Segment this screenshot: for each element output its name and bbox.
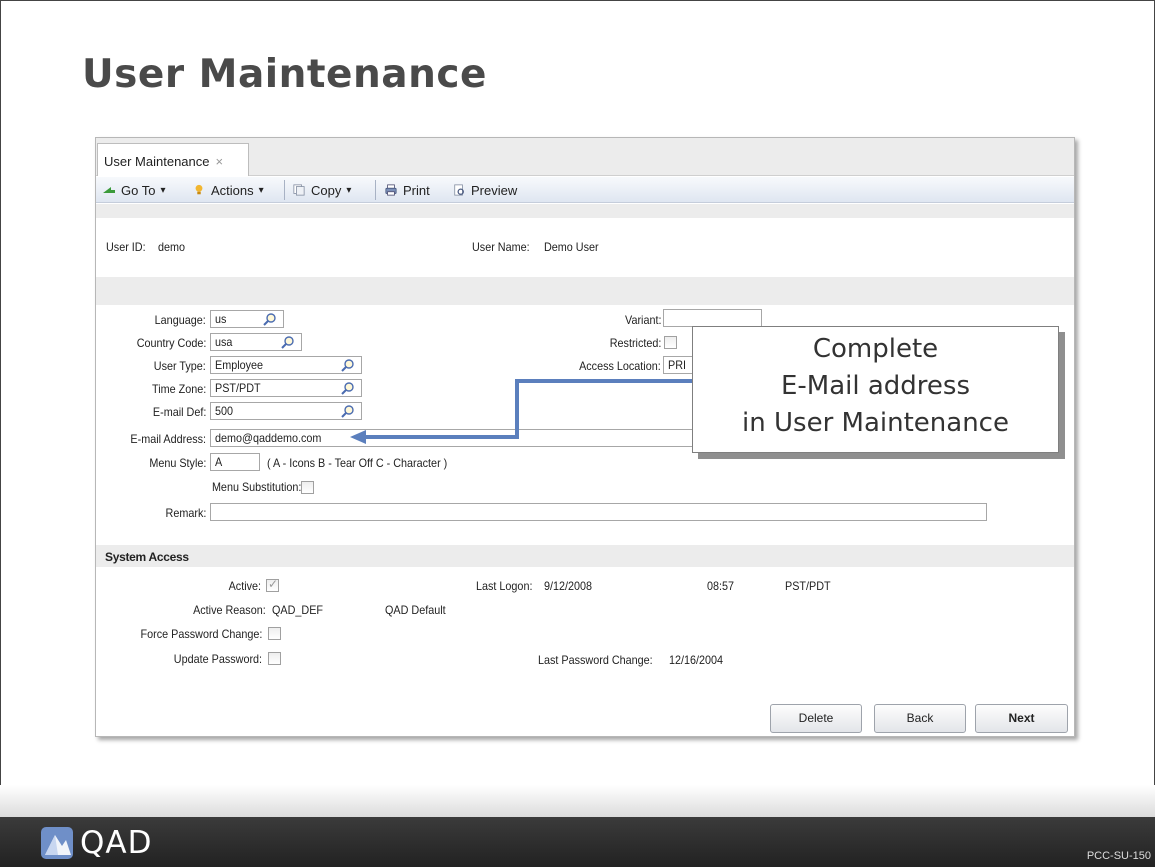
print-label: Print: [403, 182, 430, 198]
language-value: us: [215, 312, 227, 326]
user-type-label: User Type:: [153, 359, 206, 373]
country-code-label: Country Code:: [136, 336, 206, 350]
printer-icon: [385, 184, 397, 196]
last-password-change-label: Last Password Change:: [538, 653, 653, 667]
force-password-change-label: Force Password Change:: [140, 627, 262, 641]
language-field[interactable]: us: [210, 310, 284, 328]
update-password-label: Update Password:: [173, 652, 262, 666]
copy-button[interactable]: Copy ▾: [292, 182, 351, 198]
lightbulb-icon: [195, 184, 203, 195]
actions-button[interactable]: Actions ▾: [192, 182, 264, 198]
email-address-field[interactable]: demo@qaddemo.com: [210, 429, 710, 447]
system-access-header: System Access: [96, 545, 1074, 567]
remark-label: Remark:: [165, 506, 206, 520]
green-arrow-icon: [103, 187, 115, 193]
dropdown-arrow-icon: ▾: [346, 184, 352, 196]
menu-substitution-label: Menu Substitution:: [211, 480, 301, 494]
copy-label: Copy: [311, 182, 342, 198]
email-def-field[interactable]: 500: [210, 402, 362, 420]
update-password-checkbox[interactable]: [268, 652, 281, 665]
active-reason-label: Active Reason:: [193, 603, 266, 617]
section-band: [96, 277, 1074, 305]
force-password-change-checkbox[interactable]: [268, 627, 281, 640]
next-button[interactable]: Next: [975, 704, 1068, 733]
last-password-change-value: 12/16/2004: [669, 653, 724, 667]
user-type-field[interactable]: Employee: [210, 356, 362, 374]
access-location-value: PRI: [668, 358, 687, 372]
copy-icon: [293, 184, 305, 196]
preview-button[interactable]: Preview: [452, 182, 517, 198]
header-band: [96, 204, 1074, 218]
menu-style-field[interactable]: A: [210, 453, 260, 471]
active-reason-value: QAD_DEF: [272, 603, 324, 617]
lookup-icon[interactable]: [281, 335, 295, 349]
qad-logo-text: QAD: [80, 825, 153, 861]
last-logon-label: Last Logon:: [476, 579, 533, 593]
lookup-icon[interactable]: [341, 404, 355, 418]
callout-line-2: E-Mail address: [780, 371, 971, 401]
tab-label: User Maintenance: [104, 154, 210, 169]
user-name-value: Demo User: [544, 240, 599, 254]
last-logon-time: 08:57: [707, 579, 735, 593]
qad-logo: QAD: [40, 825, 152, 861]
preview-icon: [454, 184, 464, 196]
user-name-label: User Name:: [472, 240, 530, 254]
goto-button[interactable]: Go To ▾: [102, 182, 165, 198]
lookup-icon[interactable]: [341, 358, 355, 372]
variant-field[interactable]: [663, 309, 762, 327]
callout-box: Complete E-Mail address in User Maintena…: [692, 326, 1059, 453]
last-logon-date: 9/12/2008: [544, 579, 593, 593]
print-button[interactable]: Print: [384, 182, 430, 198]
slide-footer: [0, 817, 1155, 867]
restricted-label: Restricted:: [609, 336, 661, 350]
remark-field[interactable]: [210, 503, 987, 521]
time-zone-value: PST/PDT: [215, 381, 261, 395]
menu-style-label: Menu Style:: [148, 456, 206, 470]
lookup-icon[interactable]: [341, 381, 355, 395]
dropdown-arrow-icon: ▾: [160, 184, 166, 196]
tab-strip: User Maintenance ×: [96, 138, 1074, 176]
delete-button[interactable]: Delete: [770, 704, 862, 733]
goto-label: Go To: [121, 182, 156, 198]
toolbar-separator: [375, 180, 376, 200]
actions-label: Actions: [211, 182, 254, 198]
user-id-label: User ID:: [106, 240, 146, 254]
toolbar-separator: [284, 180, 285, 200]
time-zone-label: Time Zone:: [151, 382, 206, 396]
slide-title: User Maintenance: [82, 52, 487, 97]
menu-substitution-checkbox[interactable]: [301, 481, 314, 494]
menu-style-hint: ( A - Icons B - Tear Off C - Character ): [267, 456, 448, 470]
country-code-field[interactable]: usa: [210, 333, 302, 351]
language-label: Language:: [154, 313, 206, 327]
email-address-label: E-mail Address:: [130, 432, 206, 446]
email-address-value: demo@qaddemo.com: [215, 431, 322, 445]
active-reason-description: QAD Default: [385, 603, 446, 617]
toolbar: Go To ▾ Actions ▾ Copy ▾ Print Preview: [96, 177, 1074, 203]
email-def-label: E-mail Def:: [152, 405, 206, 419]
user-type-value: Employee: [215, 358, 264, 372]
tab-user-maintenance[interactable]: User Maintenance ×: [97, 143, 249, 176]
back-button[interactable]: Back: [874, 704, 966, 733]
lookup-icon[interactable]: [263, 312, 277, 326]
active-checkbox[interactable]: [266, 577, 279, 592]
time-zone-field[interactable]: PST/PDT: [210, 379, 362, 397]
dropdown-arrow-icon: ▾: [258, 184, 264, 196]
user-id-value: demo: [158, 240, 186, 254]
variant-label: Variant:: [624, 313, 661, 327]
slide-code: PCC-SU-150: [1086, 850, 1151, 862]
close-icon[interactable]: ×: [216, 154, 224, 169]
access-location-label: Access Location:: [579, 359, 661, 373]
callout-line-3: in User Maintenance: [742, 408, 1009, 438]
restricted-checkbox[interactable]: [664, 336, 677, 349]
last-logon-timezone: PST/PDT: [785, 579, 831, 593]
country-code-value: usa: [215, 335, 233, 349]
qad-logo-icon: [41, 827, 73, 859]
active-label: Active:: [228, 579, 261, 593]
email-def-value: 500: [215, 404, 234, 418]
preview-label: Preview: [471, 182, 518, 198]
menu-style-value: A: [215, 455, 223, 469]
footer-gradient: [0, 785, 1155, 817]
callout-line-1: Complete: [812, 334, 939, 364]
